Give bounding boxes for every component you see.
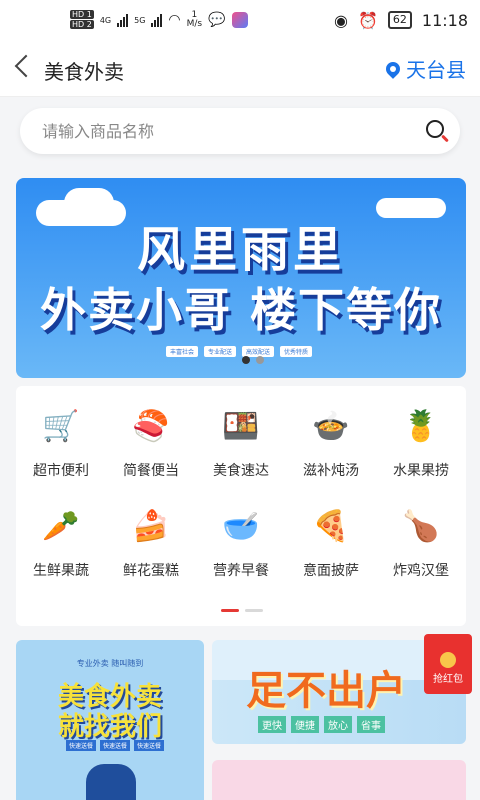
- search-icon[interactable]: [426, 120, 444, 138]
- category-item[interactable]: 🥕 生鲜果蔬: [16, 496, 106, 596]
- category-panel: 🛒 超市便利 🍣 简餐便当 🍱 美食速达 🍲 滋补炖汤 🍍 水果果捞 🥕 生鲜果…: [16, 386, 466, 626]
- category-label: 简餐便当: [123, 463, 179, 479]
- category-label: 水果果捞: [393, 463, 449, 479]
- category-grid: 🛒 超市便利 🍣 简餐便当 🍱 美食速达 🍲 滋补炖汤 🍍 水果果捞 🥕 生鲜果…: [16, 396, 466, 596]
- promo2-tags: 更快 便捷 放心 省事: [258, 716, 385, 733]
- category-item[interactable]: 🍕 意面披萨: [286, 496, 376, 596]
- banner-dot[interactable]: [256, 356, 264, 364]
- promo1-title-2: 就找我们: [57, 712, 162, 742]
- location-label: 天台县: [406, 58, 466, 82]
- banner-headline-2: 外卖小哥 楼下等你: [39, 283, 442, 337]
- top-nav-bar: 美食外卖 天台县: [0, 40, 480, 97]
- category-page-indicator: [221, 609, 263, 612]
- promo2-title: 足不出户: [246, 668, 406, 714]
- wechat-icon: 💬: [208, 12, 226, 28]
- pizza-slice-icon: 🍕: [312, 508, 350, 544]
- sushi-roll-icon: 🍣: [132, 408, 170, 444]
- category-item[interactable]: 🥣 营养早餐: [196, 496, 286, 596]
- hd-indicators: HD 1 HD 2: [70, 10, 94, 30]
- category-item[interactable]: 🛒 超市便利: [16, 396, 106, 496]
- search-bar: [20, 108, 460, 154]
- fried-chicken-icon: 🍗: [402, 508, 440, 544]
- location-selector[interactable]: 天台县: [383, 54, 466, 83]
- network-type-2: 5G: [134, 15, 146, 25]
- signal-2-icon: [151, 13, 163, 27]
- promo1-tag: 快速送餐: [66, 740, 97, 751]
- page-dot-active: [221, 609, 239, 612]
- category-item[interactable]: 🍱 美食速达: [196, 396, 286, 496]
- status-right: ◉ ⏰ 62 11:18: [334, 11, 468, 30]
- promo2-tag: 省事: [357, 716, 385, 733]
- red-packet-label: 抢红包: [433, 674, 463, 685]
- banner-tags: 丰富社会 专业配送 高效配送 优秀特质: [166, 346, 313, 357]
- category-item[interactable]: 🍣 简餐便当: [106, 396, 196, 496]
- promo2-tag: 放心: [324, 716, 352, 733]
- soup-bowl-icon: 🍲: [312, 408, 350, 444]
- back-arrow-icon[interactable]: [14, 54, 38, 78]
- red-packet-icon: [440, 652, 456, 668]
- category-item[interactable]: 🍰 鲜花蛋糕: [106, 496, 196, 596]
- search-input[interactable]: [40, 120, 404, 142]
- promo-banner[interactable]: 风里雨里 外卖小哥 楼下等你 丰富社会 专业配送 高效配送 优秀特质: [16, 178, 466, 378]
- category-label: 美食速达: [213, 463, 269, 479]
- status-left: HD 1 HD 2 4G 5G ◠ 1 M/s 💬: [0, 10, 248, 30]
- promo-card-third[interactable]: [212, 760, 466, 800]
- banner-dots: [242, 356, 264, 364]
- category-item[interactable]: 🍲 滋补炖汤: [286, 396, 376, 496]
- eye-icon: ◉: [334, 10, 348, 30]
- network-speed: 1 M/s: [187, 11, 203, 29]
- battery-indicator: 62: [387, 11, 412, 29]
- wifi-icon: ◠: [168, 12, 181, 28]
- fruit-basket-icon: 🍍: [402, 408, 440, 444]
- promo1-subtitle: 专业外卖 随叫随到: [76, 659, 144, 668]
- promo2-tag: 便捷: [291, 716, 319, 733]
- page-dot: [245, 609, 263, 612]
- network-type-1: 4G: [99, 15, 112, 25]
- category-label: 超市便利: [33, 463, 89, 479]
- clock-time: 11:18: [421, 10, 468, 30]
- category-label: 滋补炖汤: [303, 463, 359, 479]
- category-label: 营养早餐: [213, 563, 269, 579]
- category-label: 鲜花蛋糕: [123, 563, 179, 579]
- promo1-tag: 快速送餐: [100, 740, 131, 751]
- hd1-badge: HD 1: [70, 10, 94, 19]
- page-title: 美食外卖: [44, 60, 124, 84]
- signal-1-icon: [117, 13, 129, 27]
- category-label: 炸鸡汉堡: [393, 563, 449, 579]
- hd2-badge: HD 2: [70, 20, 94, 29]
- food-box-icon: 🍱: [222, 408, 260, 444]
- banner-tag: 专业配送: [204, 346, 237, 357]
- location-pin-icon: [383, 58, 403, 79]
- cake-icon: 🍰: [132, 508, 170, 544]
- category-item[interactable]: 🍗 炸鸡汉堡: [376, 496, 466, 596]
- shopping-cart-icon: 🛒: [42, 408, 80, 444]
- promo-card-food-delivery[interactable]: 专业外卖 随叫随到 美食外卖 就找我们 快速送餐 快速送餐 快速送餐: [16, 640, 204, 800]
- red-packet-button[interactable]: 抢红包: [424, 634, 472, 694]
- courier-illustration-icon: [86, 764, 136, 800]
- alarm-icon: ⏰: [357, 10, 378, 30]
- speed-unit: M/s: [186, 19, 203, 29]
- app-notification-icon: [231, 12, 248, 28]
- category-label: 意面披萨: [303, 563, 359, 579]
- promo1-tag: 快速送餐: [134, 740, 165, 751]
- banner-tag: 优秀特质: [280, 346, 313, 357]
- category-item[interactable]: 🍍 水果果捞: [376, 396, 466, 496]
- banner-headline-1: 风里雨里: [136, 222, 345, 278]
- vegetables-icon: 🥕: [42, 508, 80, 544]
- status-bar: HD 1 HD 2 4G 5G ◠ 1 M/s 💬 ◉ ⏰ 62 11:18: [0, 0, 480, 40]
- category-label: 生鲜果蔬: [33, 563, 89, 579]
- promo1-buttons: 快速送餐 快速送餐 快速送餐: [66, 740, 165, 751]
- promo2-tag: 更快: [258, 716, 286, 733]
- banner-tag: 丰富社会: [166, 346, 199, 357]
- banner-dot-active[interactable]: [242, 356, 250, 364]
- breakfast-bowl-icon: 🥣: [222, 508, 260, 544]
